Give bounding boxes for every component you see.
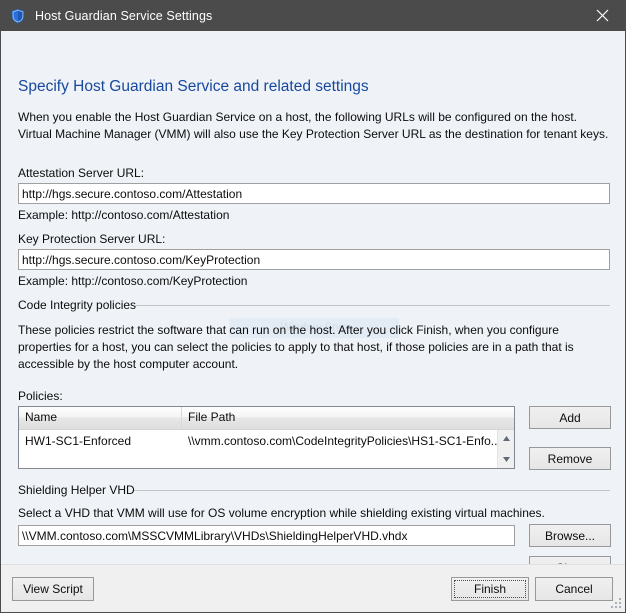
attestation-example-text: Example: http://contoso.com/Attestation bbox=[18, 208, 230, 222]
shielding-helper-vhd-group-rule bbox=[134, 490, 610, 491]
resize-grip-icon[interactable] bbox=[609, 596, 623, 610]
code-integrity-group-title: Code Integrity policies bbox=[18, 298, 137, 312]
shielding-helper-vhd-group-title: Shielding Helper VHD bbox=[18, 483, 135, 497]
policies-column-header-file-path[interactable]: File Path bbox=[182, 407, 514, 429]
remove-policy-button[interactable]: Remove bbox=[529, 447, 611, 470]
window-title: Host Guardian Service Settings bbox=[35, 9, 213, 23]
policies-body: HW1-SC1-Enforced \\vmm.contoso.com\CodeI… bbox=[19, 430, 514, 468]
view-script-button[interactable]: View Script bbox=[12, 577, 94, 601]
table-row[interactable]: HW1-SC1-Enforced \\vmm.contoso.com\CodeI… bbox=[19, 430, 514, 451]
page-title: Specify Host Guardian Service and relate… bbox=[18, 78, 369, 95]
triangle-up-icon[interactable] bbox=[498, 430, 514, 447]
finish-button[interactable]: Finish bbox=[451, 577, 529, 601]
dialog-content: Specify Host Guardian Service and relate… bbox=[1, 31, 625, 564]
policies-header-row: Name File Path bbox=[19, 407, 514, 430]
key-protection-example-text: Example: http://contoso.com/KeyProtectio… bbox=[18, 274, 248, 288]
policy-path-cell: \\vmm.contoso.com\CodeIntegrityPolicies\… bbox=[188, 433, 501, 448]
policies-label: Policies: bbox=[18, 389, 63, 403]
intro-line-2: Virtual Machine Manager (VMM) will also … bbox=[18, 127, 609, 141]
code-integrity-description: These policies restrict the software tha… bbox=[18, 322, 612, 373]
shielding-helper-vhd-description: Select a VHD that VMM will use for OS vo… bbox=[18, 506, 545, 520]
finish-button-label: Finish bbox=[473, 582, 506, 596]
intro-line-1: When you enable the Host Guardian Servic… bbox=[18, 110, 577, 124]
add-policy-button[interactable]: Add bbox=[529, 406, 611, 429]
triangle-down-icon[interactable] bbox=[498, 451, 514, 468]
policies-scrollbar[interactable] bbox=[497, 430, 514, 468]
code-integrity-description-line-2: properties for a host, you can select th… bbox=[18, 340, 574, 354]
dialog-footer: View Script Finish Cancel bbox=[1, 564, 625, 612]
code-integrity-description-line-3: accessible by the host computer account. bbox=[18, 357, 239, 371]
policy-name-cell: HW1-SC1-Enforced bbox=[25, 433, 132, 448]
close-button[interactable] bbox=[580, 1, 625, 30]
intro-text: When you enable the Host Guardian Servic… bbox=[18, 109, 618, 143]
policies-empty-row bbox=[19, 451, 514, 468]
key-protection-server-url-label: Key Protection Server URL: bbox=[18, 232, 166, 246]
code-integrity-description-line-1: These policies restrict the software tha… bbox=[18, 323, 559, 337]
policies-column-header-name[interactable]: Name bbox=[19, 407, 182, 429]
attestation-server-url-input[interactable] bbox=[18, 183, 610, 204]
shield-icon bbox=[10, 8, 26, 24]
title-bar: Host Guardian Service Settings bbox=[1, 1, 625, 31]
host-guardian-service-settings-window: Host Guardian Service Settings Specify H… bbox=[0, 0, 626, 613]
clear-button[interactable]: Clear bbox=[529, 556, 611, 564]
cancel-button[interactable]: Cancel bbox=[535, 577, 613, 601]
attestation-server-url-label: Attestation Server URL: bbox=[18, 166, 145, 180]
browse-button[interactable]: Browse... bbox=[529, 524, 611, 547]
code-integrity-group-rule bbox=[134, 305, 610, 306]
policies-listview[interactable]: Name File Path HW1-SC1-Enforced \\vmm.co… bbox=[18, 406, 515, 469]
key-protection-server-url-input[interactable] bbox=[18, 249, 610, 270]
shielding-helper-vhd-input[interactable] bbox=[18, 525, 515, 546]
